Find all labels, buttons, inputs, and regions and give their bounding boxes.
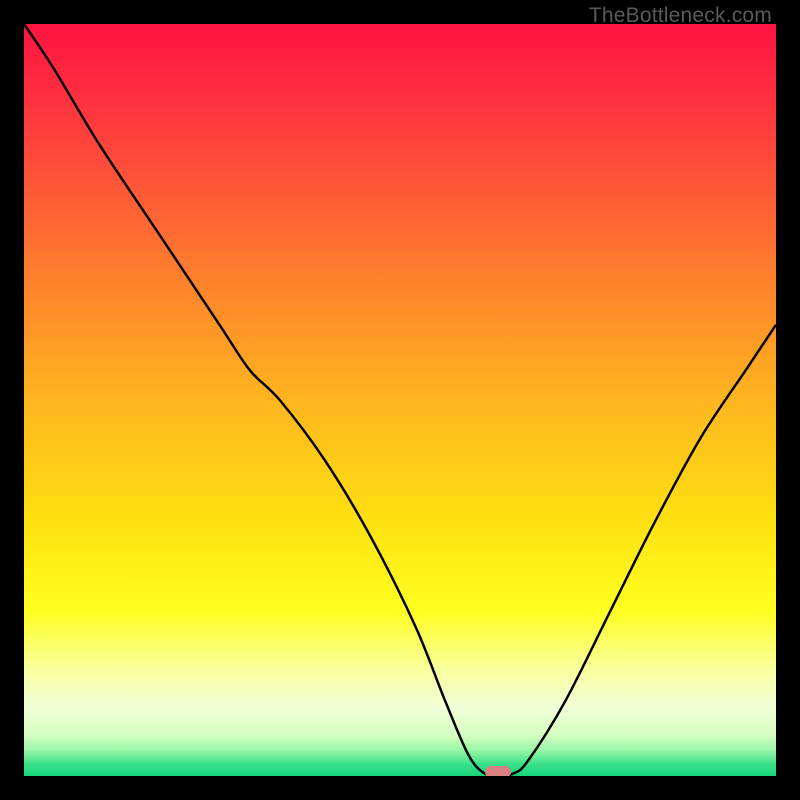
chart-frame: TheBottleneck.com <box>0 0 800 800</box>
plot-area <box>24 24 776 776</box>
optimal-point-marker <box>485 766 511 776</box>
bottleneck-curve <box>24 24 776 776</box>
watermark-text: TheBottleneck.com <box>589 4 772 28</box>
